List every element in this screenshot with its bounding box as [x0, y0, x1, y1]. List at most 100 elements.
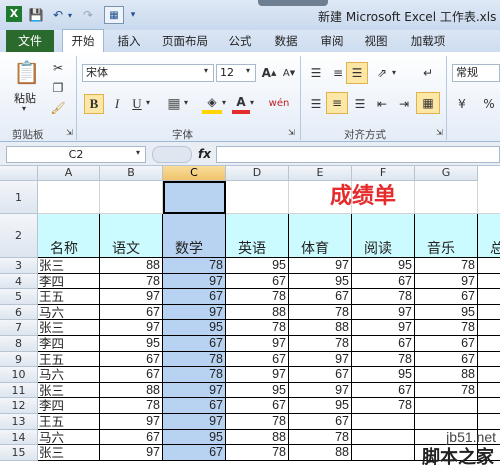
decrease-indent-icon[interactable]: ⇤ [372, 94, 392, 114]
row-header-5[interactable]: 5 [0, 289, 38, 305]
score-cell[interactable]: 78 [289, 304, 352, 321]
save-icon[interactable]: 💾 [28, 6, 44, 24]
score-cell[interactable]: 78 [415, 320, 478, 336]
paste-icon[interactable]: 📋 [12, 58, 42, 88]
score-cell[interactable]: 78 [352, 398, 415, 414]
score-cell[interactable]: 97 [100, 289, 163, 305]
select-all-corner[interactable] [0, 166, 38, 181]
tab-data[interactable]: 数据 [270, 32, 302, 50]
score-cell[interactable]: 78 [100, 398, 163, 414]
column-header-c[interactable]: C [163, 166, 226, 181]
tab-insert[interactable]: 插入 [112, 32, 146, 50]
font-launcher-icon[interactable]: ⇲ [288, 128, 295, 137]
score-cell[interactable]: 97 [100, 320, 163, 336]
score-cell[interactable]: 67 [352, 382, 415, 399]
row-header-11[interactable]: 11 [0, 382, 38, 399]
score-cell[interactable]: 67 [163, 398, 226, 414]
align-top-icon[interactable]: ☰ [306, 64, 326, 82]
column-header-a[interactable]: A [38, 166, 100, 181]
customize-toolbar-icon[interactable]: ▾ [128, 6, 138, 24]
name-cell[interactable]: 张三 [38, 258, 100, 274]
row-header-10[interactable]: 10 [0, 367, 38, 383]
accounting-format-icon[interactable]: ¥ [452, 94, 472, 114]
score-cell[interactable]: 95 [415, 304, 478, 321]
score-cell[interactable]: 95 [352, 367, 415, 383]
header-cell[interactable]: 阅读 [352, 214, 415, 258]
increase-indent-icon[interactable]: ⇥ [394, 94, 414, 114]
score-cell[interactable]: 97 [100, 414, 163, 430]
score-cell[interactable]: 67 [163, 289, 226, 305]
number-format-select[interactable]: 常规 [452, 64, 500, 82]
bold-button[interactable]: B [84, 94, 104, 114]
column-header-e[interactable]: E [289, 166, 352, 181]
column-header-f[interactable]: F [352, 166, 415, 181]
header-cell[interactable]: 总 [478, 214, 500, 258]
score-cell[interactable]: 97 [163, 273, 226, 290]
score-cell[interactable] [352, 414, 415, 430]
name-cell[interactable]: 李四 [38, 398, 100, 414]
score-cell[interactable]: 78 [415, 382, 478, 399]
score-cell[interactable]: 67 [415, 351, 478, 368]
row-header-1[interactable]: 1 [0, 181, 38, 214]
tab-addins[interactable]: 加载项 [406, 32, 450, 50]
insert-function-icon[interactable]: fx [198, 147, 211, 161]
clipboard-launcher-icon[interactable]: ⇲ [66, 128, 73, 137]
tab-review[interactable]: 审阅 [316, 32, 348, 50]
score-cell[interactable]: 67 [289, 367, 352, 383]
row-header-7[interactable]: 7 [0, 320, 38, 336]
score-cell[interactable]: 67 [289, 414, 352, 430]
score-cell[interactable]: 97 [352, 304, 415, 321]
wrap-text-icon[interactable]: ↵ [418, 64, 438, 82]
font-name-dropdown-icon[interactable]: ▾ [204, 66, 208, 75]
cut-icon[interactable]: ✂ [50, 60, 66, 76]
borders-icon[interactable]: ▦ [164, 94, 184, 114]
score-cell[interactable]: 78 [163, 367, 226, 383]
score-cell[interactable]: 97 [163, 382, 226, 399]
formula-input[interactable] [216, 146, 500, 163]
score-cell[interactable]: 78 [226, 289, 289, 305]
score-cell[interactable]: 67 [415, 289, 478, 305]
header-cell[interactable]: 音乐 [415, 214, 478, 258]
score-cell[interactable]: 88 [100, 382, 163, 399]
score-cell[interactable]: 97 [226, 367, 289, 383]
row-header-14[interactable]: 14 [0, 429, 38, 446]
align-left-icon[interactable]: ☰ [306, 94, 326, 114]
align-right-icon[interactable]: ☰ [350, 94, 370, 114]
cell-row1[interactable] [163, 181, 226, 214]
score-cell[interactable]: 97 [352, 320, 415, 336]
score-cell[interactable]: 88 [289, 445, 352, 461]
tab-file[interactable]: 文件 [6, 30, 54, 52]
align-bottom-icon[interactable]: ☰ [346, 62, 368, 84]
score-cell[interactable] [478, 398, 500, 414]
format-painter-icon[interactable]: 🖌 [50, 100, 66, 116]
name-cell[interactable]: 马六 [38, 429, 100, 446]
italic-button[interactable]: I [108, 94, 126, 114]
tab-view[interactable]: 视图 [360, 32, 392, 50]
score-cell[interactable]: 88 [226, 429, 289, 446]
score-cell[interactable] [478, 352, 500, 368]
name-cell[interactable]: 李四 [38, 273, 100, 290]
cell-row1[interactable] [38, 181, 100, 214]
underline-dropdown-icon[interactable]: ▾ [146, 98, 150, 107]
name-box[interactable]: C2 [6, 146, 146, 163]
score-cell[interactable]: 78 [352, 351, 415, 368]
score-cell[interactable]: 88 [226, 304, 289, 321]
score-cell[interactable]: 95 [289, 398, 352, 414]
score-cell[interactable]: 78 [226, 445, 289, 461]
row-header-6[interactable]: 6 [0, 304, 38, 321]
score-cell[interactable]: 78 [352, 289, 415, 305]
score-cell[interactable]: 67 [226, 273, 289, 290]
score-cell[interactable]: 97 [289, 258, 352, 274]
score-cell[interactable]: 67 [226, 398, 289, 414]
column-header-d[interactable]: D [226, 166, 289, 181]
font-size-dropdown-icon[interactable]: ▾ [246, 66, 250, 75]
paste-dropdown-icon[interactable]: ▾ [22, 104, 26, 113]
score-cell[interactable]: 78 [289, 336, 352, 352]
tab-home[interactable]: 开始 [62, 29, 104, 53]
score-cell[interactable]: 67 [415, 336, 478, 352]
score-cell[interactable]: 78 [163, 258, 226, 274]
fill-color-icon[interactable]: ◈ [202, 94, 222, 114]
align-middle-icon[interactable]: ≡ [328, 64, 348, 82]
score-cell[interactable]: 78 [226, 414, 289, 430]
score-cell[interactable]: 67 [100, 367, 163, 383]
